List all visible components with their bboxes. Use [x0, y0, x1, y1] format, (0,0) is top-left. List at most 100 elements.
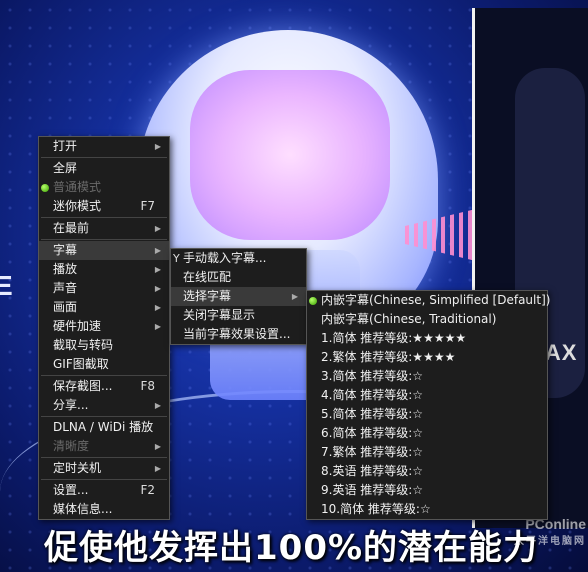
- context-menu-item-label: 媒体信息...: [53, 502, 113, 516]
- left-text: E: [0, 270, 13, 301]
- load-subtitle-icon: Y: [173, 252, 180, 265]
- subtitle-track-item-label: 内嵌字幕(Chinese, Simplified [Default]): [321, 293, 551, 307]
- context-menu-item[interactable]: 分享... ▶: [39, 396, 169, 415]
- context-menu-item-label: 保存截图...: [53, 379, 113, 393]
- submenu-arrow-icon: ▶: [154, 303, 161, 312]
- context-menu-item: 清晰度 ▶: [39, 437, 169, 456]
- subtitle-track-item-label: 6.简体 推荐等级:☆: [321, 426, 424, 440]
- submenu-arrow-icon: ▶: [291, 292, 298, 301]
- context-menu-item[interactable]: 保存截图... F8: [39, 377, 169, 396]
- submenu-arrow-icon: ▶: [154, 284, 161, 293]
- subtitle-menu-item[interactable]: 当前字幕效果设置...: [171, 325, 306, 344]
- context-menu-item-label: 清晰度: [53, 439, 90, 453]
- menu-separator: [41, 375, 167, 376]
- submenu-arrow-icon: ▶: [154, 224, 161, 233]
- menu-separator: [41, 239, 167, 240]
- context-menu-item-label: 声音: [53, 281, 78, 295]
- context-menu-item-label: 字幕: [53, 243, 78, 257]
- context-menu-item-label: 截取与转码: [53, 338, 114, 352]
- context-menu-item-label: 画面: [53, 300, 78, 314]
- menu-separator: [41, 157, 167, 158]
- subtitle-track-item-label: 1.简体 推荐等级:★★★★★: [321, 331, 467, 345]
- submenu-arrow-icon: ▶: [154, 464, 161, 473]
- context-menu-item[interactable]: 硬件加速 ▶: [39, 317, 169, 336]
- context-menu-item[interactable]: 声音 ▶: [39, 279, 169, 298]
- subtitle-track-item-label: 2.繁体 推荐等级:★★★★: [321, 350, 456, 364]
- subtitle-menu-item-label: 在线匹配: [183, 270, 232, 284]
- context-menu-item[interactable]: 媒体信息...: [39, 500, 169, 519]
- context-menu-item-label: 全屏: [53, 161, 78, 175]
- subtitle-caption: 促使他发挥出100%的潜在能力: [44, 528, 539, 568]
- subtitle-track-item-label: 4.简体 推荐等级:☆: [321, 388, 424, 402]
- submenu-arrow-icon: ▶: [154, 401, 161, 410]
- subtitle-menu-item[interactable]: 在线匹配: [171, 268, 306, 287]
- submenu-arrow-icon: ▶: [154, 265, 161, 274]
- menu-separator: [41, 217, 167, 218]
- subtitle-menu-item[interactable]: 关闭字幕显示: [171, 306, 306, 325]
- context-menu-item-label: 普通模式: [53, 180, 102, 194]
- subtitle-track-item[interactable]: 内嵌字幕(Chinese, Traditional): [307, 310, 547, 329]
- subtitle-track-item[interactable]: 2.繁体 推荐等级:★★★★: [307, 348, 547, 367]
- context-menu-item-label: DLNA / WiDi 播放: [53, 420, 154, 434]
- subtitle-track-item[interactable]: 4.简体 推荐等级:☆: [307, 386, 547, 405]
- subtitle-track-item[interactable]: 9.英语 推荐等级:☆: [307, 481, 547, 500]
- subtitle-menu-item[interactable]: Y 手动载入字幕...: [171, 249, 306, 268]
- context-menu-item[interactable]: 迷你模式 F7: [39, 197, 169, 216]
- context-menu-item[interactable]: 定时关机 ▶: [39, 459, 169, 478]
- context-menu-item[interactable]: 截取与转码: [39, 336, 169, 355]
- context-menu-item[interactable]: 设置... F2: [39, 481, 169, 500]
- subtitle-track-item[interactable]: 内嵌字幕(Chinese, Simplified [Default]): [307, 291, 551, 310]
- watermark: PConline 太平洋电脑网: [498, 516, 586, 568]
- context-menu: 打开 ▶ 全屏普通模式迷你模式 F7 在最前 ▶ 字幕 ▶ 播放 ▶ 声音 ▶ 画面 ▶ 硬件加速 ▶ 截取与转…: [38, 136, 170, 520]
- context-menu-item-label: 硬件加速: [53, 319, 102, 333]
- menu-separator: [41, 457, 167, 458]
- menu-separator: [41, 479, 167, 480]
- context-menu-item-label: 设置...: [53, 483, 89, 497]
- subtitle-track-item-label: 内嵌字幕(Chinese, Traditional): [321, 312, 497, 326]
- subtitle-track-item-label: 9.英语 推荐等级:☆: [321, 483, 424, 497]
- subtitle-track-item-label: 3.简体 推荐等级:☆: [321, 369, 424, 383]
- context-menu-item: 普通模式: [39, 178, 169, 197]
- shortcut-key: F2: [140, 483, 155, 497]
- shortcut-key: F7: [140, 199, 155, 213]
- context-menu-item[interactable]: DLNA / WiDi 播放: [39, 418, 169, 437]
- subtitle-menu-item-label: 手动载入字幕...: [183, 251, 267, 265]
- subtitle-track-item[interactable]: 5.简体 推荐等级:☆: [307, 405, 547, 424]
- context-menu-item-label: 在最前: [53, 221, 90, 235]
- context-menu-item[interactable]: 播放 ▶: [39, 260, 169, 279]
- subtitle-menu-item-label: 关闭字幕显示: [183, 308, 256, 322]
- robot-visor: [190, 70, 390, 240]
- menu-separator: [41, 416, 167, 417]
- submenu-arrow-icon: ▶: [154, 442, 161, 451]
- submenu-arrow-icon: ▶: [154, 246, 161, 255]
- subtitle-track-item[interactable]: 6.简体 推荐等级:☆: [307, 424, 547, 443]
- context-menu-item[interactable]: 字幕 ▶: [39, 241, 169, 260]
- subtitle-menu-item-label: 选择字幕: [183, 289, 232, 303]
- context-menu-item-label: 播放: [53, 262, 78, 276]
- subtitle-track-item-label: 8.英语 推荐等级:☆: [321, 464, 424, 478]
- subtitle-track-item[interactable]: 7.繁体 推荐等级:☆: [307, 443, 547, 462]
- subtitle-track-item[interactable]: 8.英语 推荐等级:☆: [307, 462, 547, 481]
- submenu-arrow-icon: ▶: [154, 142, 161, 151]
- subtitle-menu-item-label: 当前字幕效果设置...: [183, 327, 291, 341]
- context-menu-item-label: GIF图截取: [53, 357, 109, 371]
- subtitle-track-item[interactable]: 10.简体 推荐等级:☆: [307, 500, 547, 519]
- subtitle-track-item-label: 10.简体 推荐等级:☆: [321, 502, 431, 516]
- subtitle-track-item-label: 7.繁体 推荐等级:☆: [321, 445, 424, 459]
- context-menu-item[interactable]: 打开 ▶: [39, 137, 169, 156]
- radio-check-icon: [41, 184, 49, 192]
- subtitle-track-item-label: 5.简体 推荐等级:☆: [321, 407, 424, 421]
- radio-check-icon: [309, 297, 317, 305]
- context-menu-item[interactable]: 画面 ▶: [39, 298, 169, 317]
- subtitle-track-item[interactable]: 3.简体 推荐等级:☆: [307, 367, 547, 386]
- context-menu-item-label: 定时关机: [53, 461, 102, 475]
- submenu-arrow-icon: ▶: [154, 322, 161, 331]
- context-menu-item[interactable]: 在最前 ▶: [39, 219, 169, 238]
- subtitle-track-submenu: 内嵌字幕(Chinese, Simplified [Default]) 内嵌字幕(…: [306, 290, 551, 520]
- subtitle-menu-item[interactable]: 选择字幕 ▶: [171, 287, 306, 306]
- context-menu-item-label: 分享...: [53, 398, 89, 412]
- context-menu-item[interactable]: GIF图截取: [39, 355, 169, 374]
- subtitle-submenu: Y 手动载入字幕... 在线匹配选择字幕 ▶ 关闭字幕显示当前字幕效果设置...: [170, 248, 307, 345]
- subtitle-track-item[interactable]: 1.简体 推荐等级:★★★★★: [307, 329, 547, 348]
- context-menu-item[interactable]: 全屏: [39, 159, 169, 178]
